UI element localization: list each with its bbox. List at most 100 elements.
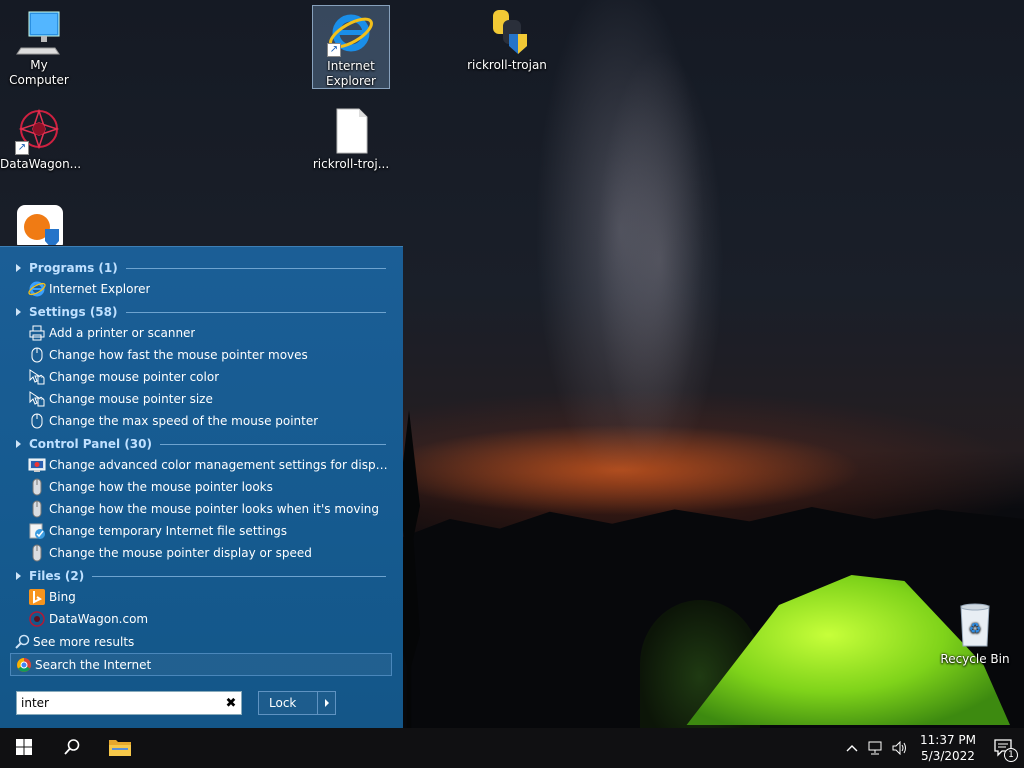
group-header-control-panel[interactable]: Control Panel (30) xyxy=(16,434,386,454)
lock-split-button[interactable]: Lock xyxy=(258,691,336,715)
network-button[interactable] xyxy=(864,728,888,768)
expand-arrow-icon xyxy=(16,308,21,316)
lock-options-arrow[interactable] xyxy=(317,692,335,714)
clock-date: 5/3/2022 xyxy=(921,749,975,763)
computer-icon xyxy=(15,8,63,56)
group-header-files[interactable]: Files (2) xyxy=(16,566,386,586)
mouse-icon xyxy=(28,544,46,562)
desktop-icon-installer[interactable] xyxy=(0,205,78,245)
taskbar: 11:37 PM 5/3/2022 1 xyxy=(0,728,1024,768)
desktop-icon-datawagon[interactable]: ↗ DataWagon... xyxy=(0,107,82,172)
python-shield-icon xyxy=(483,8,531,56)
clear-search-icon[interactable]: ✖ xyxy=(221,696,241,711)
group-label: Settings (58) xyxy=(29,305,118,319)
recycle-bin-icon: ♻ xyxy=(951,602,999,650)
group-label: Control Panel (30) xyxy=(29,437,152,451)
internet-explorer-icon: ↗ xyxy=(327,9,375,57)
start-button[interactable] xyxy=(0,728,48,768)
clock-time: 11:37 PM xyxy=(920,733,976,747)
divider xyxy=(160,443,386,445)
action-center-button[interactable]: 1 xyxy=(984,728,1024,768)
mouse-icon xyxy=(28,478,46,496)
desktop-icon-label: DataWagon... xyxy=(0,157,82,171)
start-search-menu: Programs (1) Internet Explorer Settings … xyxy=(0,246,403,728)
folder-icon xyxy=(108,737,132,760)
system-tray: 11:37 PM 5/3/2022 1 xyxy=(840,728,1024,768)
desktop-icon-label: rickroll-trojan xyxy=(467,58,547,72)
group-header-settings[interactable]: Settings (58) xyxy=(16,302,386,322)
result-pointer-max-speed[interactable]: Change the max speed of the mouse pointe… xyxy=(28,410,390,432)
pointer-hand-icon xyxy=(28,368,46,386)
search-internet-button[interactable]: Search the Internet xyxy=(10,653,392,676)
file-explorer-button[interactable] xyxy=(96,728,144,768)
desktop-icon-rickroll-file[interactable]: rickroll-troj... xyxy=(312,107,390,172)
result-pointer-looks-moving[interactable]: Change how the mouse pointer looks when … xyxy=(28,498,390,520)
group-label: Files (2) xyxy=(29,569,85,583)
installer-shield-icon xyxy=(15,205,63,245)
result-label: Change mouse pointer color xyxy=(49,370,220,384)
volume-button[interactable] xyxy=(888,728,912,768)
desktop-icon-label: Internet Explorer xyxy=(326,59,376,88)
result-pointer-looks[interactable]: Change how the mouse pointer looks xyxy=(28,476,390,498)
speaker-icon xyxy=(892,741,906,755)
lock-button[interactable]: Lock xyxy=(259,696,317,710)
show-hidden-icons-button[interactable] xyxy=(840,728,864,768)
datawagon-logo-icon: ↗ xyxy=(15,107,63,155)
result-label: Internet Explorer xyxy=(49,282,151,296)
result-bing[interactable]: Bing xyxy=(28,586,390,608)
search-input[interactable] xyxy=(17,693,221,713)
shortcut-arrow-icon: ↗ xyxy=(327,43,341,57)
result-mouse-speed[interactable]: Change how fast the mouse pointer moves xyxy=(28,344,390,366)
search-icon xyxy=(63,738,81,759)
mouse-icon xyxy=(28,412,46,430)
datawagon-logo-icon xyxy=(28,610,46,628)
result-datawagon[interactable]: DataWagon.com xyxy=(28,608,390,630)
notification-count-badge: 1 xyxy=(1004,748,1018,762)
group-label: Programs (1) xyxy=(29,261,118,275)
result-label: Change advanced color management setting… xyxy=(49,458,390,472)
magnifier-icon xyxy=(14,633,32,651)
pointer-hand-icon xyxy=(28,390,46,408)
windows-logo-icon xyxy=(15,738,33,759)
result-label: Change how fast the mouse pointer moves xyxy=(49,348,308,362)
chrome-icon xyxy=(15,656,33,674)
mouse-icon xyxy=(28,346,46,364)
desktop-icon-internet-explorer[interactable]: ↗ Internet Explorer xyxy=(312,5,390,89)
see-more-label: See more results xyxy=(33,635,135,649)
taskbar-search-button[interactable] xyxy=(48,728,96,768)
result-add-printer[interactable]: Add a printer or scanner xyxy=(28,322,390,344)
desktop-icon-rickroll-trojan[interactable]: rickroll-trojan xyxy=(467,8,547,73)
group-header-programs[interactable]: Programs (1) xyxy=(16,258,386,278)
internet-options-icon xyxy=(28,522,46,540)
expand-arrow-icon xyxy=(16,572,21,580)
result-label: Change temporary Internet file settings xyxy=(49,524,288,538)
clock-button[interactable]: 11:37 PM 5/3/2022 xyxy=(912,732,984,764)
svg-text:♻: ♻ xyxy=(969,621,982,637)
result-label: Add a printer or scanner xyxy=(49,326,196,340)
result-pointer-color[interactable]: Change mouse pointer color xyxy=(28,366,390,388)
chevron-right-icon xyxy=(324,699,329,707)
bing-icon xyxy=(28,588,46,606)
mouse-icon xyxy=(28,500,46,518)
result-color-management[interactable]: Change advanced color management setting… xyxy=(28,454,390,476)
result-label: Change mouse pointer size xyxy=(49,392,213,406)
search-box[interactable]: ✖ xyxy=(16,691,242,715)
result-temp-internet-files[interactable]: Change temporary Internet file settings xyxy=(28,520,390,542)
expand-arrow-icon xyxy=(16,440,21,448)
display-color-icon xyxy=(28,456,46,474)
result-label: Change the mouse pointer display or spee… xyxy=(49,546,312,560)
shortcut-arrow-icon: ↗ xyxy=(15,141,29,155)
see-more-results-link[interactable]: See more results xyxy=(14,631,394,653)
printer-icon xyxy=(28,324,46,342)
desktop-icon-my-computer[interactable]: My Computer xyxy=(0,8,78,88)
divider xyxy=(92,575,386,577)
desktop-icon-label: rickroll-troj... xyxy=(312,157,390,171)
divider xyxy=(125,311,386,313)
result-pointer-size[interactable]: Change mouse pointer size xyxy=(28,388,390,410)
result-label: Change the max speed of the mouse pointe… xyxy=(49,414,319,428)
result-pointer-display-speed[interactable]: Change the mouse pointer display or spee… xyxy=(28,542,390,564)
network-icon xyxy=(868,741,882,755)
result-internet-explorer[interactable]: Internet Explorer xyxy=(28,278,390,300)
search-internet-label: Search the Internet xyxy=(35,657,152,672)
desktop-icon-recycle-bin[interactable]: ♻ Recycle Bin xyxy=(936,602,1014,667)
